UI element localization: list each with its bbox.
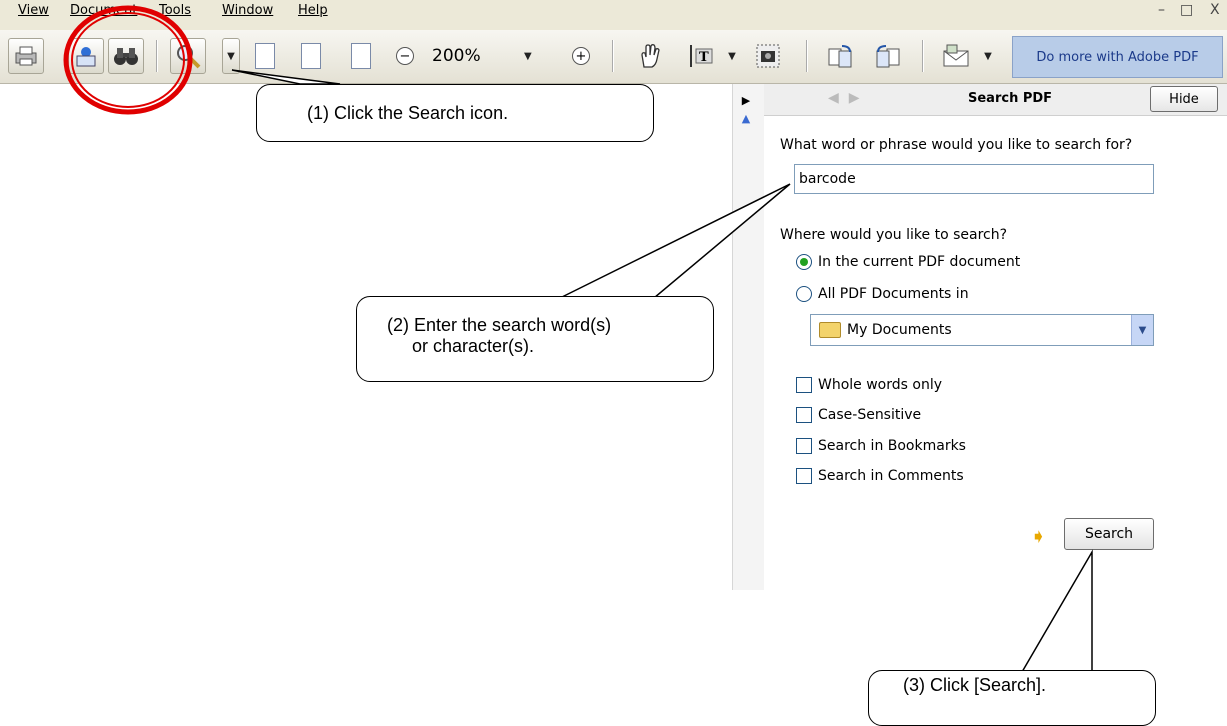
callout-step1: (1) Click the Search icon. xyxy=(256,84,654,142)
callout-step2-text: (2) Enter the search word(s) or characte… xyxy=(387,315,612,356)
highlight-ring xyxy=(63,5,193,115)
callout-step2: (2) Enter the search word(s) or characte… xyxy=(356,296,714,382)
callout-pointer xyxy=(231,69,341,85)
highlight-ring xyxy=(71,12,185,108)
callout-step3-text: (3) Click [Search]. xyxy=(903,675,1047,695)
callout-pointer xyxy=(1020,549,1093,673)
callout-step3: (3) Click [Search]. xyxy=(868,670,1156,726)
callout-step1-text: (1) Click the Search icon. xyxy=(307,103,509,123)
callout-pointer xyxy=(559,183,791,299)
